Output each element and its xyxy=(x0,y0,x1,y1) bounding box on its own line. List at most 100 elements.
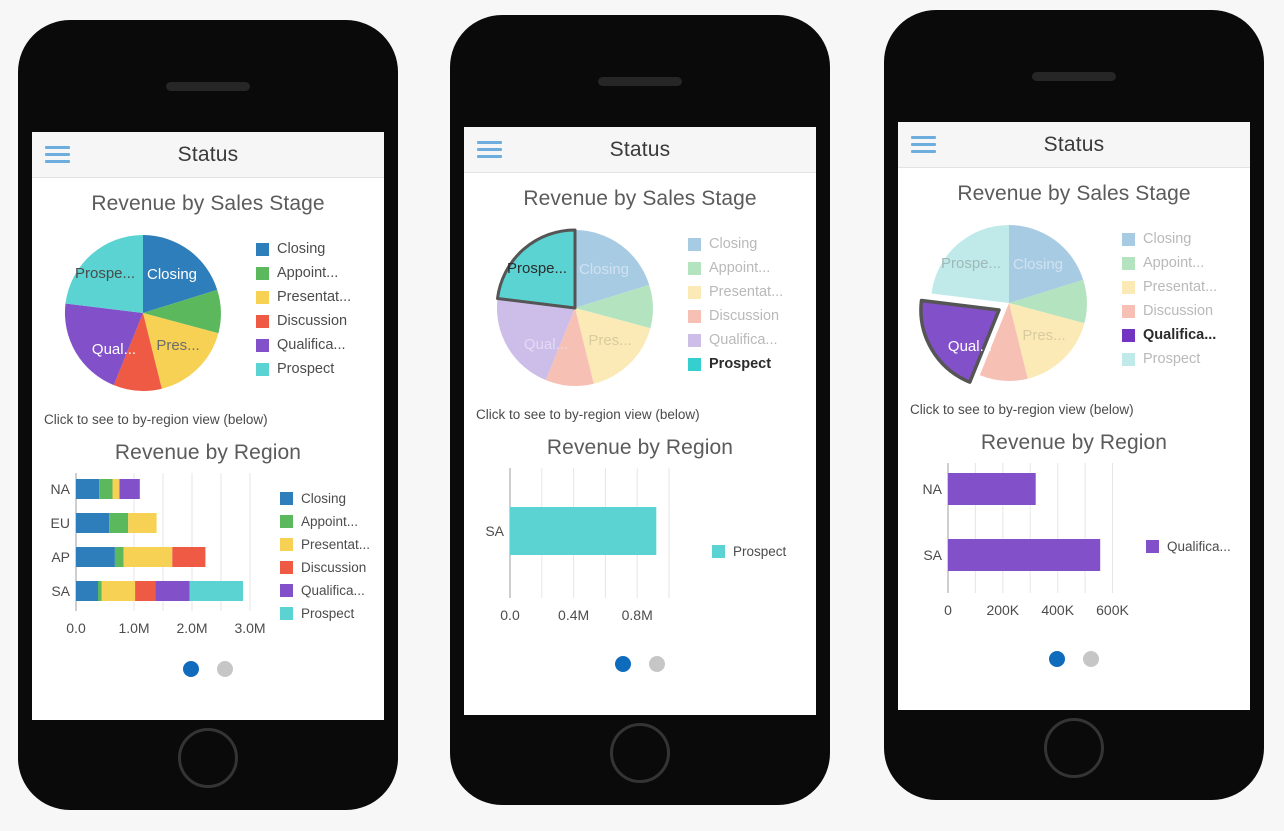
legend-swatch-prospect xyxy=(688,357,701,371)
bar-sa-prospect[interactable] xyxy=(510,507,657,555)
pie-label-presentation: Pres... xyxy=(1022,327,1065,344)
hamburger-icon[interactable] xyxy=(45,146,70,163)
pie-chart-3[interactable]: Qual... Closing Pres... Prospe... xyxy=(898,212,1120,394)
bar-legend-swatch-prospect xyxy=(712,544,725,558)
legend-label-qualification: Qualifica... xyxy=(277,337,346,353)
bar-legend-swatch-prospect xyxy=(280,607,293,620)
bar-sa-qualification[interactable] xyxy=(948,539,1101,571)
x-tick-3: 3.0M xyxy=(234,620,265,636)
bar-legend-item-prospect[interactable]: Prospect xyxy=(712,544,816,559)
legend-item-discussion[interactable]: Discussion xyxy=(688,308,816,324)
phone-screen-3: Status Revenue by Sales Stage Qual... Cl… xyxy=(898,122,1250,710)
pie-label-qualification: Qual... xyxy=(524,336,568,353)
bar-na-qualification[interactable] xyxy=(948,473,1036,505)
bar-legend-item-qualification[interactable]: Qualifica... xyxy=(1146,539,1250,554)
region-legend-2: Prospect xyxy=(708,544,816,567)
region-legend-3: Qualifica... xyxy=(1142,539,1250,562)
legend-item-qualification[interactable]: Qualifica... xyxy=(256,337,384,353)
legend-item-discussion[interactable]: Discussion xyxy=(256,313,384,329)
bar-legend-item-closing[interactable]: Closing xyxy=(280,491,384,506)
region-bar-chart-3[interactable]: NA SA 0 200K 400K 600K xyxy=(898,455,1142,645)
bar-legend-item-discussion[interactable]: Discussion xyxy=(280,560,384,575)
bar-legend-label-closing: Closing xyxy=(301,491,347,506)
region-view-hint: Click to see to by-region view (below) xyxy=(44,412,268,427)
phone-speaker xyxy=(1032,72,1116,81)
bar-legend-item-prospect[interactable]: Prospect xyxy=(280,606,384,621)
legend-item-presentation[interactable]: Presentat... xyxy=(1122,279,1250,295)
bar-stack-sa[interactable] xyxy=(76,581,243,601)
region-bar-chart-2[interactable]: SA 0.0 0.4M 0.8M xyxy=(464,460,708,650)
x-tick-2: 2.0M xyxy=(176,620,207,636)
bar-legend-swatch-qualification xyxy=(280,584,293,597)
legend-item-discussion[interactable]: Discussion xyxy=(1122,303,1250,319)
legend-label-discussion: Discussion xyxy=(277,313,348,329)
legend-label-discussion: Discussion xyxy=(709,308,780,324)
legend-label-closing: Closing xyxy=(709,236,758,252)
x-tick-3: 600K xyxy=(1096,602,1129,618)
hamburger-icon[interactable] xyxy=(911,136,936,153)
pie-chart-1[interactable]: Closing Pres... Qual... Prospe... xyxy=(32,222,254,404)
pie-chart-section-1: Closing Pres... Qual... Prospe... Closin… xyxy=(32,216,384,404)
page-dot-active[interactable] xyxy=(1049,651,1065,667)
pie-chart-section-3: Qual... Closing Pres... Prospe... Closin… xyxy=(898,206,1250,394)
legend-item-prospect[interactable]: Prospect xyxy=(1122,351,1250,367)
x-tick-1: 1.0M xyxy=(118,620,149,636)
legend-item-prospect-selected[interactable]: Prospect xyxy=(688,356,816,372)
region-legend-1: Closing Appoint... Presentat... Discussi… xyxy=(276,491,384,629)
legend-label-prospect: Prospect xyxy=(709,356,772,372)
bar-category-na: NA xyxy=(51,481,71,497)
page-dot-inactive[interactable] xyxy=(217,661,233,677)
legend-label-prospect: Prospect xyxy=(277,361,335,377)
legend-item-qualification-selected[interactable]: Qualifica... xyxy=(1122,327,1250,343)
legend-item-closing[interactable]: Closing xyxy=(1122,231,1250,247)
page-dot-inactive[interactable] xyxy=(1083,651,1099,667)
legend-label-presentation: Presentat... xyxy=(709,284,784,300)
home-button[interactable] xyxy=(178,728,238,788)
legend-swatch-appointment xyxy=(256,266,269,280)
x-tick-1: 0.4M xyxy=(558,607,589,623)
region-chart-section-1: NA EU AP SA 0.0 1.0M 2.0M 3.0M Closing A… xyxy=(32,465,384,655)
bar-category-na: NA xyxy=(923,481,943,497)
page-indicator-3 xyxy=(898,651,1250,667)
region-bar-chart-1[interactable]: NA EU AP SA 0.0 1.0M 2.0M 3.0M xyxy=(32,465,276,655)
phone-device-1: Status Revenue by Sales Stage Closing Pr… xyxy=(18,20,398,810)
legend-item-closing[interactable]: Closing xyxy=(256,241,384,257)
page-dot-active[interactable] xyxy=(615,656,631,672)
legend-item-prospect[interactable]: Prospect xyxy=(256,361,384,377)
home-button[interactable] xyxy=(610,723,670,783)
legend-label-appointment: Appoint... xyxy=(277,265,339,281)
legend-item-closing[interactable]: Closing xyxy=(688,236,816,252)
legend-item-appointment[interactable]: Appoint... xyxy=(256,265,384,281)
legend-label-appointment: Appoint... xyxy=(1143,255,1205,271)
bar-stack-ap[interactable] xyxy=(76,547,206,567)
bar-stack-eu[interactable] xyxy=(76,513,157,533)
page-dot-inactive[interactable] xyxy=(649,656,665,672)
bar-legend-item-appointment[interactable]: Appoint... xyxy=(280,514,384,529)
hamburger-icon[interactable] xyxy=(477,141,502,158)
pie-legend-3: Closing Appoint... Presentat... Discussi… xyxy=(1120,231,1250,375)
bar-category-sa: SA xyxy=(923,547,942,563)
page-dot-active[interactable] xyxy=(183,661,199,677)
legend-item-presentation[interactable]: Presentat... xyxy=(688,284,816,300)
legend-label-closing: Closing xyxy=(1143,231,1192,247)
region-chart-section-2: SA 0.0 0.4M 0.8M Prospect xyxy=(464,460,816,650)
pie-label-closing: Closing xyxy=(579,261,629,278)
pie-chart-2[interactable]: Closing Pres... Qual... Prospe... xyxy=(464,217,686,399)
legend-swatch-closing xyxy=(256,242,269,256)
region-view-hint: Click to see to by-region view (below) xyxy=(910,402,1134,417)
pie-label-presentation: Pres... xyxy=(156,337,199,354)
bar-legend-item-qualification[interactable]: Qualifica... xyxy=(280,583,384,598)
legend-item-qualification[interactable]: Qualifica... xyxy=(688,332,816,348)
x-tick-0: 0 xyxy=(944,602,952,618)
legend-swatch-prospect xyxy=(256,362,269,376)
legend-item-presentation[interactable]: Presentat... xyxy=(256,289,384,305)
legend-label-prospect: Prospect xyxy=(1143,351,1201,367)
region-chart-title: Revenue by Region xyxy=(980,431,1168,454)
legend-item-appointment[interactable]: Appoint... xyxy=(688,260,816,276)
bar-legend-item-presentation[interactable]: Presentat... xyxy=(280,537,384,552)
legend-label-discussion: Discussion xyxy=(1143,303,1214,319)
legend-item-appointment[interactable]: Appoint... xyxy=(1122,255,1250,271)
home-button[interactable] xyxy=(1044,718,1104,778)
bar-stack-na[interactable] xyxy=(76,479,140,499)
page-indicator-2 xyxy=(464,656,816,672)
